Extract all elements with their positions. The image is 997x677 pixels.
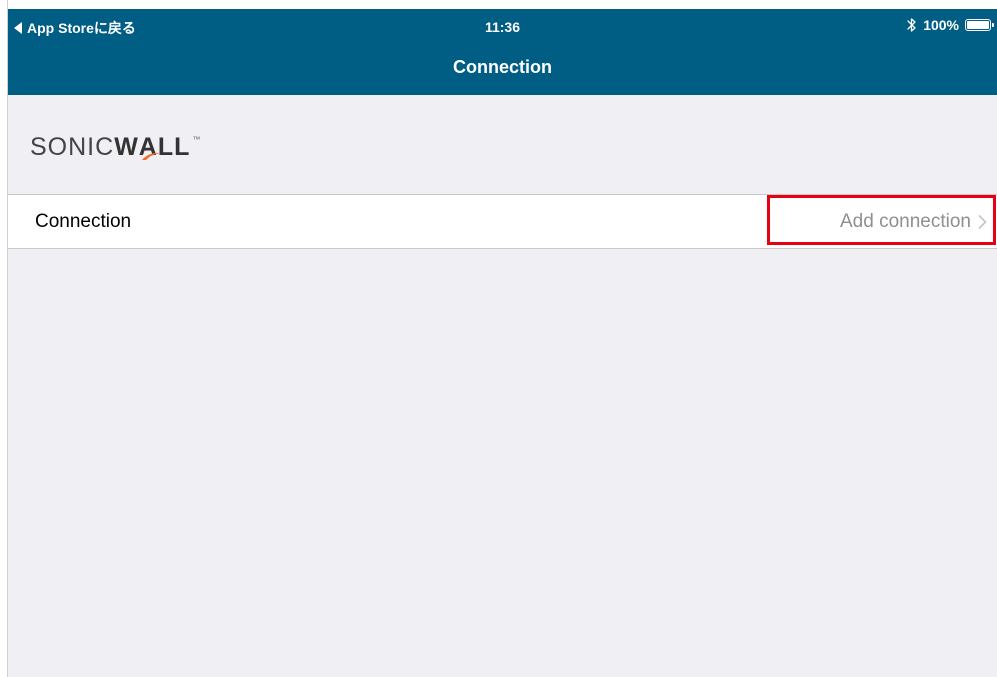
- logo-trademark: ™: [192, 135, 202, 144]
- status-indicators: 100%: [907, 17, 994, 33]
- logo-swoosh-icon: [141, 152, 160, 160]
- logo-text-ll: LL: [157, 133, 191, 161]
- app-window: App Storeに戻る 11:36 100% Connection SONIC: [8, 9, 997, 677]
- battery-tip: [992, 23, 994, 27]
- header: App Storeに戻る 11:36 100% Connection: [8, 9, 997, 95]
- logo-text-w: W: [114, 133, 139, 161]
- screen: App Storeに戻る 11:36 100% Connection SONIC: [0, 0, 997, 677]
- sonicwall-logo: SONIC W A LL ™: [30, 133, 201, 163]
- connection-row-label: Connection: [35, 211, 132, 232]
- frame-top: [0, 0, 997, 9]
- battery-fill: [967, 21, 989, 29]
- bluetooth-icon: [907, 18, 916, 32]
- status-bar: App Storeに戻る 11:36 100%: [8, 9, 997, 43]
- highlight-annotation-box: [767, 195, 996, 245]
- page-title: Connection: [453, 57, 552, 77]
- logo-text-a: A: [139, 133, 160, 162]
- frame-left: [0, 0, 8, 677]
- logo-text-sonic: SONIC: [30, 133, 115, 161]
- status-time: 11:36: [484, 19, 521, 35]
- battery-icon: [965, 19, 994, 31]
- battery-percent: 100%: [923, 17, 959, 33]
